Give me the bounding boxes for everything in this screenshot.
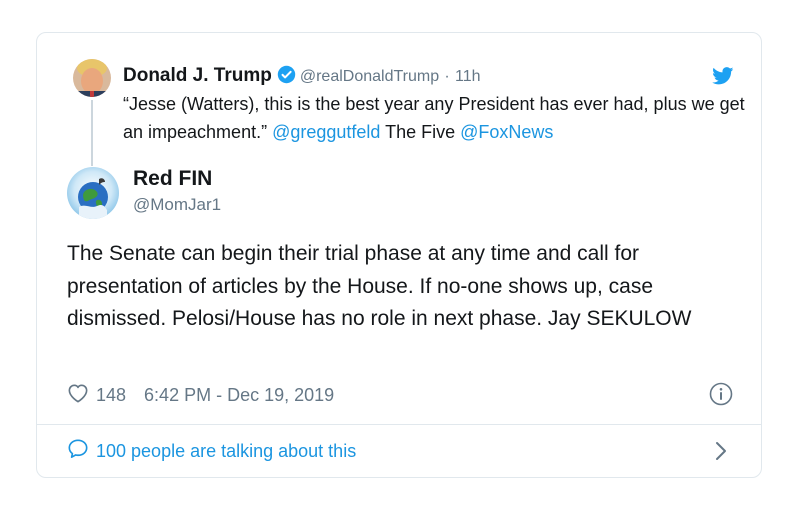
quoted-author-handle[interactable]: @realDonaldTrump — [300, 68, 439, 85]
quote-text-mid: The Five — [380, 122, 461, 142]
quoted-author-name[interactable]: Donald J. Trump — [123, 65, 272, 86]
author-avatar[interactable] — [67, 167, 119, 219]
verified-badge-icon — [277, 65, 296, 91]
author-name[interactable]: Red FIN — [133, 167, 212, 191]
like-count[interactable]: 148 — [96, 385, 126, 406]
chat-bubble-icon — [67, 438, 89, 464]
talking-about-label[interactable]: 100 people are talking about this — [96, 441, 356, 462]
heart-icon[interactable] — [67, 383, 89, 408]
author-handle[interactable]: @MomJar1 — [133, 195, 221, 215]
tweet-text: The Senate can begin their trial phase a… — [67, 242, 692, 330]
quoted-tweet-time[interactable]: 11h — [455, 68, 481, 85]
quoted-tweet-header: Donald J. Trump @realDonaldTrump · 11h — [123, 64, 481, 91]
embedded-tweet-card[interactable]: Donald J. Trump @realDonaldTrump · 11h “J… — [36, 32, 762, 478]
tweet-timestamp[interactable]: 6:42 PM - Dec 19, 2019 — [144, 385, 334, 406]
mention-greggutfeld[interactable]: @greggutfeld — [272, 122, 380, 142]
quoted-tweet-text: “Jesse (Watters), this is the best year … — [123, 90, 753, 146]
talking-about-link[interactable]: 100 people are talking about this — [67, 439, 356, 463]
info-icon[interactable] — [709, 382, 733, 411]
mention-foxnews[interactable]: @FoxNews — [460, 122, 553, 142]
footer-divider — [37, 424, 761, 425]
twitter-bird-icon[interactable] — [712, 67, 734, 90]
thread-connector-line — [91, 100, 93, 166]
chevron-right-icon[interactable] — [713, 441, 729, 466]
tweet-meta: 148 6:42 PM - Dec 19, 2019 — [67, 383, 334, 407]
quoted-author-avatar[interactable] — [73, 59, 111, 97]
header-separator: · — [444, 68, 450, 85]
